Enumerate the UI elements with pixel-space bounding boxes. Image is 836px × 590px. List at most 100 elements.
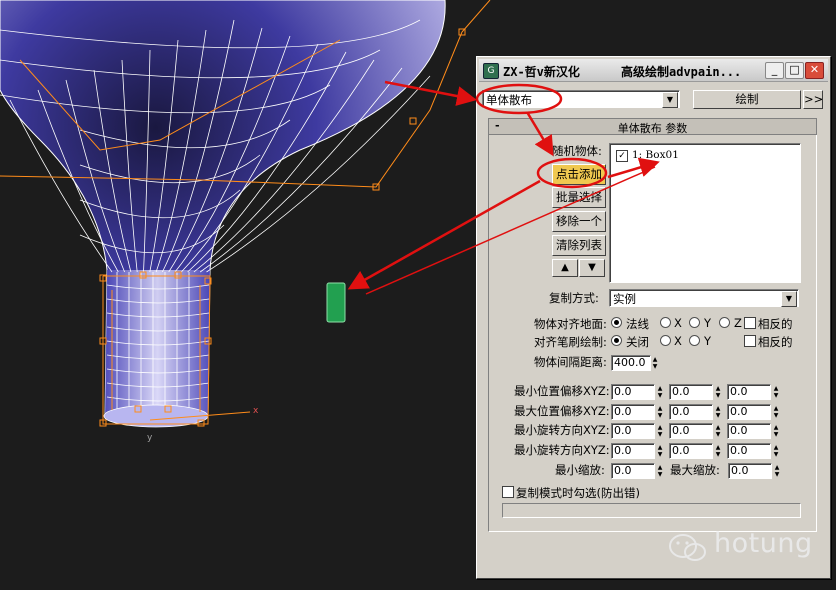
offset-input-y[interactable]: 0.0 — [669, 423, 713, 439]
offset-spinner[interactable]: ▲ ▼ — [714, 385, 722, 399]
mode-select-value: 单体散布 — [486, 93, 532, 107]
move-down-button[interactable]: ▼ — [579, 259, 605, 277]
copy-mode-checkbox-label: 复制模式时勾选(防出错) — [516, 486, 640, 500]
relative-checkbox-2[interactable] — [744, 335, 756, 347]
align-brush-label: 对齐笔刷绘制: — [534, 335, 607, 349]
more-button[interactable]: >> — [803, 90, 823, 109]
random-objects-list[interactable]: ✓ 1: Box01 — [609, 143, 801, 283]
radio-off-label: 关闭 — [626, 335, 649, 349]
offset-spinner[interactable]: ▲ ▼ — [656, 385, 664, 399]
offset-value: 0.0 — [614, 444, 632, 457]
min-scale-spinner[interactable]: ▲ ▼ — [656, 464, 664, 478]
offset-spinner[interactable]: ▲ ▼ — [772, 385, 780, 399]
offset-input-x[interactable]: 0.0 — [611, 443, 655, 459]
offset-input-z[interactable]: 0.0 — [727, 423, 771, 439]
radio-z-label: Z — [734, 316, 742, 330]
offset-spinner[interactable]: ▲ ▼ — [772, 444, 780, 458]
offset-spinner[interactable]: ▲ ▼ — [714, 444, 722, 458]
radio-normal-label: 法线 — [626, 317, 649, 331]
radio-z[interactable] — [719, 317, 730, 328]
max-scale-value: 0.0 — [731, 464, 749, 477]
progress-bar — [502, 503, 801, 518]
min-scale-input[interactable]: 0.0 — [611, 463, 655, 479]
offset-value: 0.0 — [672, 424, 690, 437]
spacing-spinner[interactable]: ▲ ▼ — [651, 356, 659, 370]
maximize-button[interactable]: □ — [785, 62, 804, 79]
max-scale-input[interactable]: 0.0 — [728, 463, 772, 479]
watermark-text: hotung — [714, 528, 813, 559]
relative-label: 相反的 — [758, 317, 793, 331]
click-add-button[interactable]: 点击添加 — [552, 164, 606, 185]
wechat-icon — [669, 534, 706, 561]
radio-brush-y-label: Y — [704, 334, 712, 348]
axis-y-label: y — [147, 433, 153, 443]
offset-input-z[interactable]: 0.0 — [727, 404, 771, 420]
offset-input-x[interactable]: 0.0 — [611, 404, 655, 420]
radio-brush-y[interactable] — [689, 335, 700, 346]
random-objects-label: 随机物体: — [552, 144, 602, 158]
min-scale-value: 0.0 — [614, 464, 632, 477]
funnel-mesh[interactable] — [0, 0, 446, 427]
mode-select[interactable]: 单体散布 ▼ — [482, 90, 680, 108]
offset-spinner[interactable]: ▲ ▼ — [714, 424, 722, 438]
offset-spinner[interactable]: ▲ ▼ — [772, 424, 780, 438]
offset-spinner[interactable]: ▲ ▼ — [714, 405, 722, 419]
max-scale-spinner[interactable]: ▲ ▼ — [773, 464, 781, 478]
copy-mode-label: 复制方式: — [549, 291, 599, 305]
offset-input-y[interactable]: 0.0 — [669, 404, 713, 420]
clear-list-button[interactable]: 清除列表 — [552, 235, 606, 256]
align-surface-label: 物体对齐地面: — [534, 317, 607, 331]
offset-input-x[interactable]: 0.0 — [611, 384, 655, 400]
offset-value: 0.0 — [730, 385, 748, 398]
offset-spinner[interactable]: ▲ ▼ — [656, 424, 664, 438]
green-box-object[interactable] — [326, 282, 346, 323]
relative-label-2: 相反的 — [758, 335, 793, 349]
offset-spinner[interactable]: ▲ ▼ — [656, 405, 664, 419]
offset-value: 0.0 — [614, 385, 632, 398]
list-item[interactable]: ✓ 1: Box01 — [616, 149, 786, 163]
offset-spinner[interactable]: ▲ ▼ — [656, 444, 664, 458]
close-button[interactable]: ✕ — [805, 62, 824, 79]
batch-select-button[interactable]: 批量选择 — [552, 187, 606, 208]
radio-brush-x[interactable] — [660, 335, 671, 346]
offset-input-x[interactable]: 0.0 — [611, 423, 655, 439]
title-bar[interactable]: G ZX-哲v新汉化 高级绘制advpain... _ □ ✕ — [479, 59, 828, 82]
spacing-value: 400.0 — [614, 356, 646, 369]
offset-value: 0.0 — [672, 405, 690, 418]
offset-spinner[interactable]: ▲ ▼ — [772, 405, 780, 419]
offset-value: 0.0 — [672, 444, 690, 457]
paint-button[interactable]: 绘制 — [693, 90, 801, 109]
radio-y-label: Y — [704, 316, 712, 330]
min-scale-label: 最小缩放: — [555, 463, 605, 477]
offset-input-z[interactable]: 0.0 — [727, 384, 771, 400]
max-scale-label: 最大缩放: — [670, 463, 720, 477]
radio-normal[interactable] — [611, 317, 622, 328]
offset-row-label: 最小旋转方向XYZ: — [514, 443, 610, 457]
offset-value: 0.0 — [614, 405, 632, 418]
radio-off[interactable] — [611, 335, 622, 346]
list-item-checkbox[interactable]: ✓ — [616, 150, 628, 162]
offset-row-label: 最小旋转方向XYZ: — [514, 423, 610, 437]
offset-input-z[interactable]: 0.0 — [727, 443, 771, 459]
remove-one-button[interactable]: 移除一个 — [552, 211, 606, 232]
offset-row-label: 最大位置偏移XYZ: — [514, 404, 610, 418]
relative-checkbox[interactable] — [744, 317, 756, 329]
rollout-title: 单体散布 参数 — [617, 122, 688, 135]
copy-mode-checkbox[interactable] — [502, 486, 514, 498]
radio-y[interactable] — [689, 317, 700, 328]
chevron-down-icon[interactable]: ▼ — [781, 291, 797, 307]
copy-mode-select[interactable]: 实例 ▼ — [609, 289, 799, 307]
minimize-button[interactable]: _ — [765, 62, 784, 79]
chevron-down-icon[interactable]: ▼ — [662, 92, 678, 108]
window-title: ZX-哲v新汉化 — [503, 65, 580, 79]
offset-value: 0.0 — [614, 424, 632, 437]
axis-x-label: x — [253, 406, 259, 416]
spacing-input[interactable]: 400.0 — [611, 355, 651, 371]
radio-x[interactable] — [660, 317, 671, 328]
move-up-button[interactable]: ▲ — [552, 259, 578, 277]
offset-input-y[interactable]: 0.0 — [669, 384, 713, 400]
radio-x-label: X — [674, 316, 682, 330]
offset-value: 0.0 — [730, 424, 748, 437]
rollout-header[interactable]: - 单体散布 参数 — [488, 118, 817, 135]
offset-input-y[interactable]: 0.0 — [669, 443, 713, 459]
